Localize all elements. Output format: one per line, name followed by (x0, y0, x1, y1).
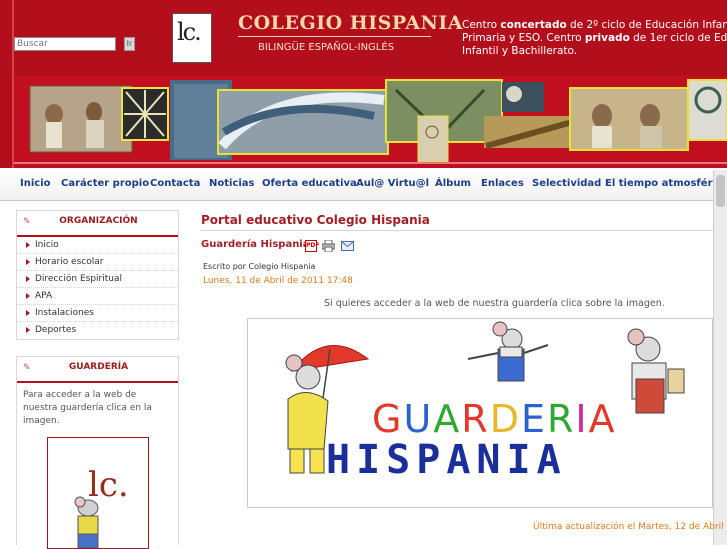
sidebar-item-label: Instalaciones (35, 308, 94, 318)
vertical-scrollbar[interactable] (713, 170, 727, 545)
organizacion-title: ORGANIZACIÓN (59, 216, 138, 226)
nav-contacta[interactable]: Contacta (150, 178, 200, 189)
mosaic-header-image (14, 76, 727, 168)
guarderia-thumbnail-art: lc. (74, 465, 129, 548)
logo-text: lc. (177, 18, 202, 46)
article-date: Lunes, 11 de Abril de 2011 17:48 (203, 276, 353, 286)
sidebar-item-label: Deportes (35, 325, 77, 335)
tagline-line3: Infantil y Bachillerato. (462, 45, 578, 57)
school-name-underline (238, 36, 431, 37)
guarderia-banner-image[interactable]: GUARDERIA HISPANIA (247, 318, 713, 508)
bilingual-subtitle: BILINGÜE ESPAÑOL-INGLÉS (258, 42, 395, 53)
pdf-icon[interactable]: PDF (305, 240, 319, 252)
title-divider (201, 230, 713, 231)
nav-caracter-propio[interactable]: Carácter propio (61, 178, 149, 189)
search-button[interactable]: Ir (124, 37, 135, 51)
nav-tiempo-atmosferico[interactable]: El tiempo atmosférico (605, 178, 727, 189)
organizacion-header: ✎ ORGANIZACIÓN (17, 211, 178, 237)
nav-selectividad[interactable]: Selectividad (532, 178, 601, 189)
nav-album[interactable]: Álbum (435, 178, 471, 189)
page-title: Portal educativo Colegio Hispania (201, 213, 430, 227)
sidebar-item-inicio[interactable]: Inicio (17, 237, 178, 254)
sidebar-item-deportes[interactable]: Deportes (17, 322, 178, 338)
tagline-line2: Primaria y ESO. Centro (462, 32, 585, 44)
arrow-icon (26, 310, 30, 316)
author-line: Escrito por Colegio Hispania (203, 262, 316, 271)
organizacion-module: ✎ ORGANIZACIÓN Inicio Horario escolar Di… (16, 210, 179, 340)
school-logo[interactable]: lc. (172, 13, 212, 63)
arrow-icon (26, 259, 30, 265)
sidebar-item-direccion[interactable]: Dirección Espiritual (17, 271, 178, 288)
tagline-concertado: concertado (500, 19, 567, 31)
banner-hispania-text: HISPANIA (326, 437, 567, 483)
banner-guarderia-text: GUARDERIA (372, 397, 617, 441)
tagline-post: de 2º ciclo de Educación Infantil, (566, 19, 727, 31)
arrow-icon (26, 276, 30, 282)
sidebar-item-apa[interactable]: APA (17, 288, 178, 305)
guarderia-text: Para acceder a la web de nuestra guarder… (23, 390, 152, 426)
sidebar-item-label: Inicio (35, 240, 59, 250)
nav-inicio[interactable]: Inicio (20, 178, 51, 189)
scrollbar-thumb[interactable] (716, 175, 725, 207)
arrow-icon (26, 293, 30, 299)
guarderia-thumbnail[interactable]: lc. (47, 437, 149, 549)
sidebar-item-label: APA (35, 291, 53, 301)
nav-aula-virtual[interactable]: Aul@ Virtu@l (356, 178, 429, 189)
email-icon[interactable] (341, 241, 354, 251)
tagline-line2-post: de 1er ciclo de Educación (633, 32, 727, 44)
arrow-icon (26, 242, 30, 248)
mosaic-bottom-line (14, 162, 727, 164)
guarderia-module: ✎ GUARDERÍA Para acceder a la web de nue… (16, 356, 179, 549)
header-tagline: Centro concertado de 2º ciclo de Educaci… (462, 19, 727, 58)
school-name[interactable]: COLEGIO HISPANIA (238, 12, 463, 34)
tagline-privado: privado (584, 32, 630, 44)
article-title[interactable]: Guardería Hispania (201, 239, 310, 250)
main-navigation: Inicio Carácter propio Contacta Noticias… (0, 170, 727, 201)
last-updated: Última actualización el Martes, 12 de Ab… (533, 522, 727, 532)
guarderia-title: GUARDERÍA (68, 362, 129, 372)
mosaic-art (29, 79, 727, 163)
arrow-icon (26, 327, 30, 333)
sidebar-item-instalaciones[interactable]: Instalaciones (17, 305, 178, 322)
print-icon[interactable] (322, 240, 335, 252)
nav-enlaces[interactable]: Enlaces (481, 178, 524, 189)
nav-noticias[interactable]: Noticias (209, 178, 255, 189)
svg-text:lc.: lc. (88, 465, 129, 505)
article-intro: Si quieres acceder a la web de nuestra g… (324, 298, 665, 309)
nav-oferta-educativa[interactable]: Oferta educativa (262, 178, 357, 189)
sidebar-item-label: Horario escolar (35, 257, 104, 267)
tagline-pre: Centro (462, 19, 501, 31)
sidebar-item-label: Dirección Espiritual (35, 274, 122, 284)
search-input[interactable] (14, 37, 116, 51)
sidebar-item-horario[interactable]: Horario escolar (17, 254, 178, 271)
guarderia-header: ✎ GUARDERÍA (17, 357, 178, 383)
